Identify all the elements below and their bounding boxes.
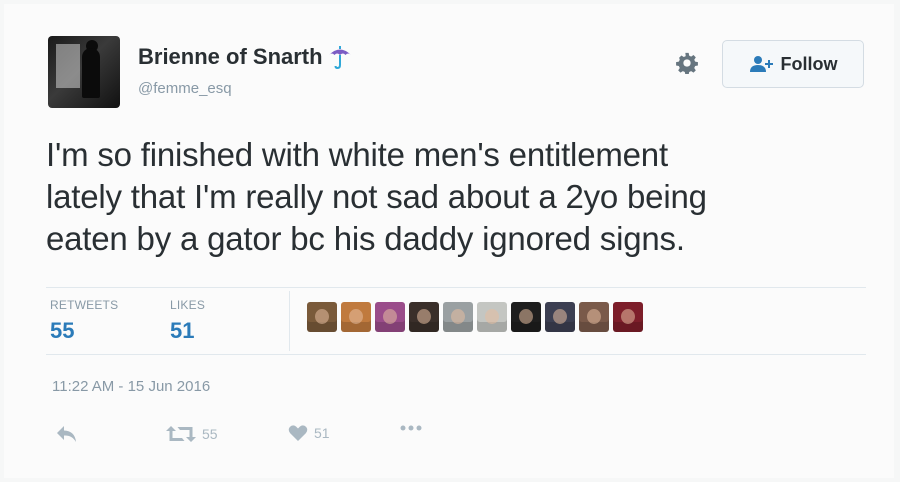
heart-icon	[288, 425, 308, 441]
liker-avatar[interactable]	[511, 302, 541, 332]
stats-divider-top	[46, 287, 866, 288]
liker-avatar[interactable]	[409, 302, 439, 332]
umbrella-icon	[328, 46, 351, 70]
user-avatar[interactable]	[48, 36, 120, 108]
more-icon	[400, 425, 422, 431]
stats-divider-bottom	[46, 354, 866, 355]
liker-avatars	[307, 302, 643, 332]
user-name-row: Brienne of Snarth	[138, 44, 353, 70]
tweet-line: lately that I'm really not sad about a 2…	[46, 178, 707, 215]
likes-count: 51	[170, 318, 195, 343]
tweet-line: I'm so finished with white men's entitle…	[46, 136, 668, 173]
tweet-text: I'm so finished with white men's entitle…	[46, 134, 846, 260]
user-handle[interactable]: @femme_esq	[138, 80, 232, 97]
display-name[interactable]: Brienne of Snarth	[138, 44, 323, 70]
retweets-label: RETWEETS	[50, 298, 119, 312]
follow-label: Follow	[780, 53, 838, 74]
tweet-timestamp[interactable]: 11:22 AM - 15 Jun 2016	[52, 378, 210, 395]
liker-avatar[interactable]	[307, 302, 337, 332]
likes-label: LIKES	[170, 298, 206, 312]
reply-icon	[57, 426, 76, 442]
like-button[interactable]: 51	[288, 424, 330, 442]
liker-avatar[interactable]	[443, 302, 473, 332]
follow-button[interactable]: Follow	[722, 40, 864, 88]
retweet-icon	[166, 426, 196, 442]
liker-avatar[interactable]	[375, 302, 405, 332]
liker-avatar[interactable]	[613, 302, 643, 332]
retweets-stat[interactable]: RETWEETS 55	[50, 298, 118, 344]
tweet-line: eaten by a gator bc his daddy ignored si…	[46, 220, 685, 257]
more-button[interactable]	[400, 424, 428, 432]
liker-avatar[interactable]	[477, 302, 507, 332]
add-user-icon	[749, 56, 773, 72]
retweet-action-count: 55	[202, 426, 218, 442]
retweets-count: 55	[50, 318, 75, 343]
like-action-count: 51	[314, 425, 330, 441]
liker-avatar[interactable]	[341, 302, 371, 332]
gear-icon[interactable]	[676, 52, 698, 74]
reply-button[interactable]	[56, 424, 84, 444]
likes-stat[interactable]: LIKES 51	[170, 298, 205, 344]
retweet-button[interactable]: 55	[166, 424, 218, 444]
stats-divider-vertical	[289, 291, 290, 351]
liker-avatar[interactable]	[579, 302, 609, 332]
liker-avatar[interactable]	[545, 302, 575, 332]
